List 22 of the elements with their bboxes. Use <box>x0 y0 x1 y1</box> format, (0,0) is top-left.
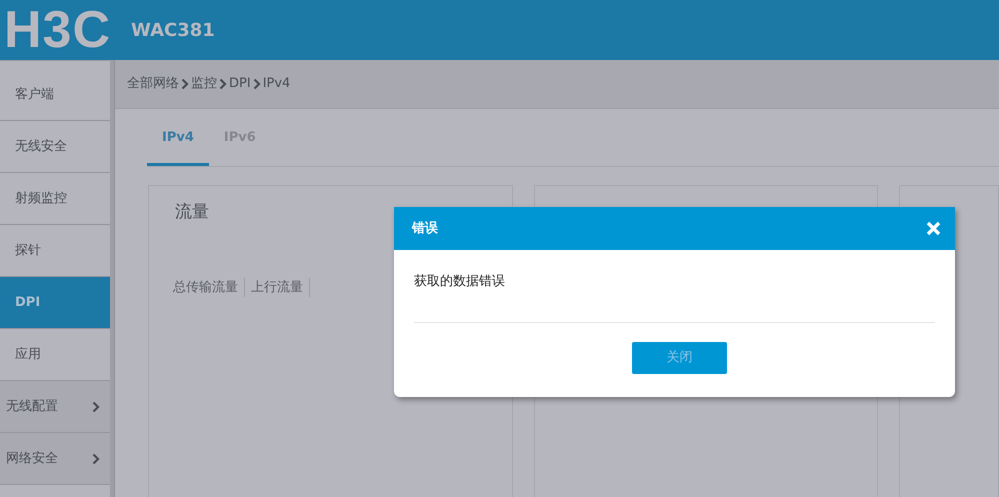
logo: H3C <box>4 4 112 56</box>
chevron-right-icon <box>92 452 100 464</box>
sidebar-item[interactable]: 无线配置 <box>0 381 110 433</box>
metric-label[interactable]: 总传输流量 <box>173 278 245 297</box>
chevron-right-icon <box>219 78 227 90</box>
tab[interactable]: IPv4 <box>147 128 209 166</box>
chevron-right-icon <box>92 400 100 412</box>
close-icon[interactable] <box>926 221 941 236</box>
dialog-title: 错误 <box>412 220 438 238</box>
breadcrumb-item[interactable]: IPv4 <box>262 74 290 94</box>
card-title: 流量 <box>174 201 210 224</box>
device-model: WAC381 <box>131 18 215 42</box>
sidebar-item[interactable]: 网络安全 <box>0 433 110 485</box>
metric-label[interactable]: 上行流量 <box>251 278 310 297</box>
breadcrumb-item[interactable]: 监控 <box>191 74 217 94</box>
chevron-right-icon <box>181 78 189 90</box>
breadcrumb-item[interactable]: 全部网络 <box>127 74 179 94</box>
dialog-message: 获取的数据错误 <box>414 273 506 291</box>
sidebar-item[interactable]: DPI <box>0 277 110 329</box>
close-button[interactable]: 关闭 <box>632 342 727 374</box>
chevron-right-icon <box>252 78 261 90</box>
breadcrumb-item[interactable]: DPI <box>229 74 251 94</box>
